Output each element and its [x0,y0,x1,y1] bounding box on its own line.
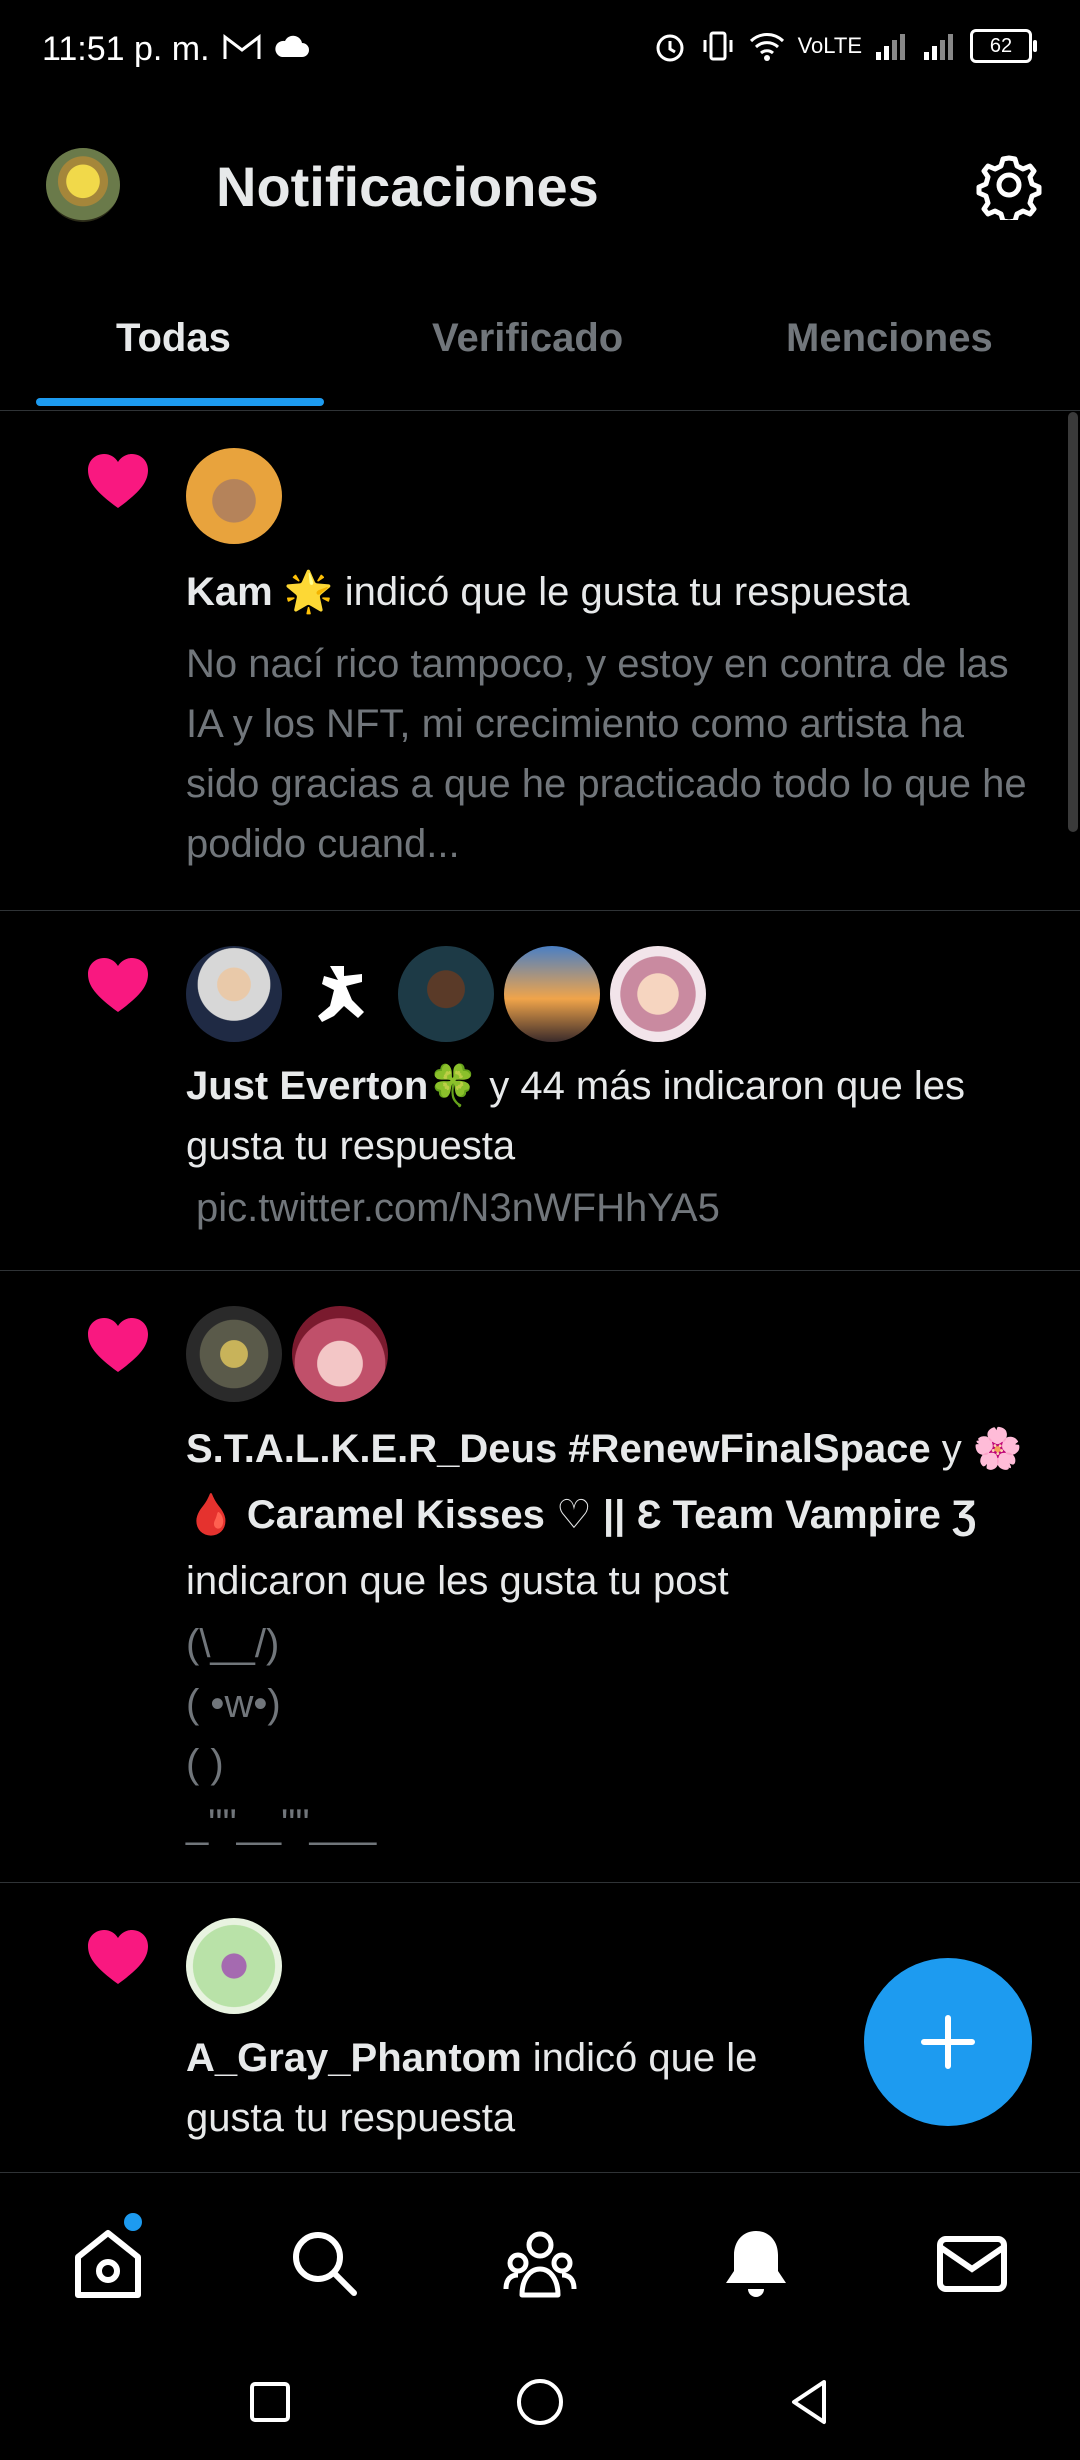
notification-preview: (\__/) ( •w•) ( ) _""__""___ [186,1622,377,1846]
system-navigation-bar [0,2342,1080,2460]
notification-item[interactable]: Just Everton🍀 y 44 más indicaron que les… [0,910,1080,1271]
avatar[interactable] [398,946,494,1042]
search-icon[interactable] [284,2223,364,2303]
avatar[interactable] [292,1306,388,1402]
heart-icon [88,958,148,1012]
plus-icon [921,2015,975,2069]
notification-item[interactable]: Kam 🌟 indicó que le gusta tu respuesta N… [0,412,1080,911]
liker-avatars [186,1918,282,2014]
avatar[interactable] [186,946,282,1042]
vibrate-icon [703,31,733,61]
home-icon[interactable] [68,2223,148,2303]
battery-icon: 62 [970,29,1037,63]
bottom-navigation [0,2172,1080,2343]
profile-avatar[interactable] [46,148,120,222]
avatar[interactable] [186,448,282,544]
tab-verificado[interactable]: Verificado [432,316,623,361]
dancing-figure-icon [318,966,364,1022]
action-text: indicaron que les gusta tu post [186,1559,729,1603]
liker-avatars [186,448,282,544]
tab-todas[interactable]: Todas [116,316,231,361]
avatar[interactable] [186,1306,282,1402]
action-text: indicó que le gusta tu respuesta [333,570,910,614]
user-name[interactable]: S.T.A.L.K.E.R_Deus #RenewFinalSpace [186,1427,931,1471]
alarm-icon [656,34,684,62]
notification-text: A_Gray_Phantom indicó que le gusta tu re… [186,2028,846,2148]
heart-icon [88,1930,148,1984]
user-name[interactable]: Kam 🌟 [186,570,334,614]
signal-icon [876,34,905,60]
media-link[interactable]: pic.twitter.com/N3nWFHhYA5 [196,1178,1058,1238]
status-system-icons: VoLTE 62 [652,28,1037,64]
avatar[interactable] [504,946,600,1042]
gear-icon[interactable] [974,150,1044,220]
notification-tabs: Todas Verificado Menciones [0,270,1080,411]
recents-icon[interactable] [240,2372,300,2432]
liker-avatars [186,946,706,1042]
status-notification-icons [222,32,310,62]
notification-text: Just Everton🍀 y 44 más indicaron que les… [186,1056,1048,1176]
connector-text: y [930,1427,973,1471]
back-icon[interactable] [780,2372,840,2432]
active-tab-indicator [36,398,324,406]
avatar[interactable] [292,946,388,1042]
top-app-bar: Notificaciones [0,100,1080,270]
gmail-icon [223,33,261,59]
notifications-icon[interactable] [716,2223,796,2303]
notification-text: S.T.A.L.K.E.R_Deus #RenewFinalSpace y 🌸🩸… [186,1416,1048,1614]
compose-button[interactable] [864,1958,1032,2126]
notification-preview: No nací rico tampoco, y estoy en contra … [186,642,1027,866]
signal-icon-2 [924,34,953,60]
home-circle-icon[interactable] [510,2372,570,2432]
page-title: Notificaciones [216,155,599,218]
user-name[interactable]: Just Everton🍀 [186,1064,478,1108]
avatar[interactable] [186,1918,282,2014]
heart-icon [88,454,148,508]
user-name[interactable]: A_Gray_Phantom [186,2036,522,2080]
notification-text: Kam 🌟 indicó que le gusta tu respuesta [186,562,1048,622]
wifi-icon [749,33,784,61]
avatar[interactable] [610,946,706,1042]
liker-avatars [186,1306,388,1402]
notification-item[interactable]: S.T.A.L.K.E.R_Deus #RenewFinalSpace y 🌸🩸… [0,1270,1080,1883]
messages-icon[interactable] [932,2223,1012,2303]
status-time: 11:51 p. m. [42,30,210,68]
communities-icon[interactable] [500,2223,580,2303]
home-unread-dot [124,2213,142,2231]
cloud-icon [275,35,309,57]
heart-icon [88,1318,148,1372]
tab-menciones[interactable]: Menciones [786,316,993,361]
status-bar: 11:51 p. m. VoLTE 62 [0,0,1080,100]
volte-indicator: VoLTE [797,33,862,58]
